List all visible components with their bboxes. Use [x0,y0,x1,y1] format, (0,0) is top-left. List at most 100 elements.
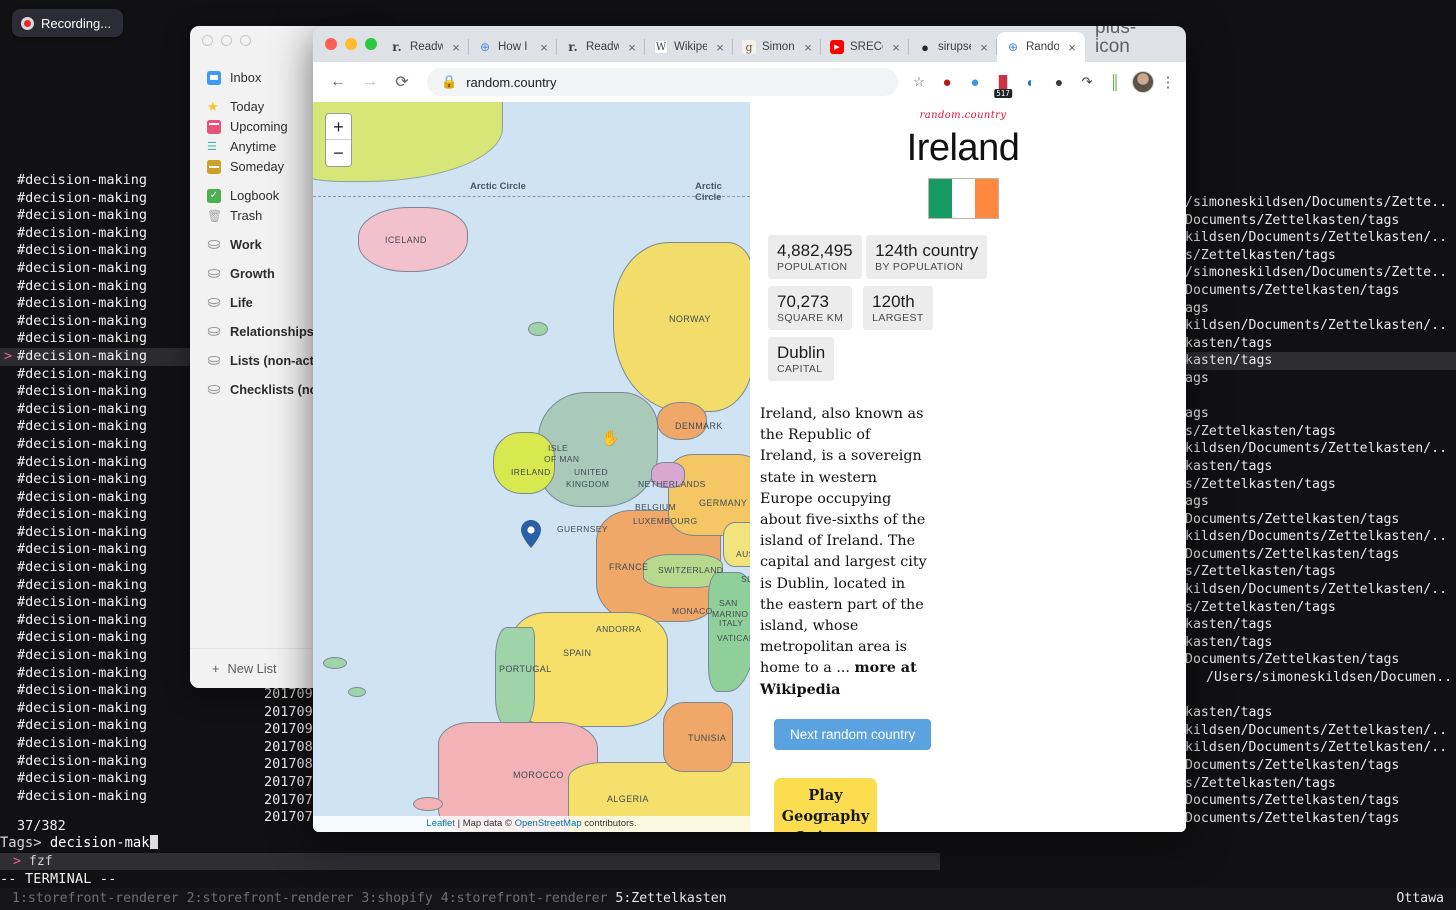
tmux-window-segment[interactable]: 5:Zettelkasten [615,891,726,906]
browser-tab[interactable]: ⊕ Randon × [997,32,1085,62]
things-minimize-button[interactable] [221,35,232,46]
forward-button[interactable]: → [355,67,385,97]
browser-tab[interactable]: ▶ SRECon × [821,32,909,62]
terminal-path-row[interactable]: s/Zettelkasten/tags [1182,563,1456,582]
terminal-tag-row[interactable]: #decision-making [0,207,196,225]
chrome-browser-window[interactable]: r. Readwi × ⊕ How I R × r. Readwi × W Wikipe × g Simo… [313,26,1186,832]
leaflet-map[interactable]: Arctic Circle Arctic Circle ICELAND NORWA… [313,102,750,832]
terminal-path-row[interactable]: /simoneskildsen/Documents/Zette.. [1182,194,1456,212]
profile-avatar[interactable] [1132,71,1154,93]
terminal-tag-row[interactable]: #decision-making [0,577,196,595]
terminal-path-row[interactable]: ags [1182,405,1456,423]
chrome-maximize-button[interactable] [365,38,377,50]
terminal-path-row[interactable]: Documents/Zettelkasten/tags [1182,757,1456,775]
toolbar-icon-group[interactable]: ☆ ● ● █ 517 ◐ ● ↷ ║ ⋮ [908,71,1176,98]
window-icon[interactable]: ↷ [1076,71,1098,93]
browser-tab[interactable]: r. Readwi × [381,32,469,62]
terminal-path-row[interactable]: ags [1182,369,1456,388]
things-close-button[interactable] [202,35,213,46]
tab-close-icon[interactable]: × [449,41,463,54]
terminal-tag-row[interactable]: #decision-making [0,735,196,753]
chrome-traffic-lights[interactable] [325,38,377,50]
terminal-path-row[interactable]: s/Zettelkasten/tags [1182,598,1456,617]
new-tab-button[interactable]: plus-icon [1095,26,1136,56]
pocket-icon[interactable]: ● [1048,71,1070,93]
terminal-tag-row[interactable]: #decision-making [0,788,196,806]
ublock-icon[interactable]: ● [936,71,958,93]
terminal-tag-row[interactable]: #decision-making [0,717,196,735]
terminal-path-row[interactable]: Documents/Zettelkasten/tags [1182,510,1456,529]
terminal-path-row[interactable]: kasten/tags [1182,704,1456,722]
terminal-path-row[interactable]: kildsen/Documents/Zettelkasten/.. [1182,317,1456,335]
terminal-path-row[interactable]: s/Zettelkasten/tags [1182,246,1456,265]
reload-button[interactable]: ⟳ [387,67,417,97]
terminal-path-row[interactable]: kasten/tags [1182,457,1456,476]
terminal-path-row[interactable]: /Users/simoneskildsen/Documen.. [1182,669,1456,687]
terminal-path-row[interactable]: kildsen/Documents/Zettelkasten/.. [1182,739,1456,757]
terminal-path-row[interactable]: kasten/tags [1182,352,1456,370]
terminal-tag-row[interactable]: #decision-making [0,366,196,384]
tmux-window-segment[interactable]: 1:storefront-renderer [12,891,187,906]
address-bar[interactable]: 🔒 random.country [427,68,898,96]
terminal-path-row[interactable]: ags [1182,299,1456,318]
terminal-tag-row[interactable]: #decision-making [0,172,196,190]
kebab-menu-icon[interactable]: ⋮ [1160,73,1176,91]
terminal-prompt[interactable]: Tags> decision-mak [0,835,158,853]
onepassword-icon[interactable]: ◐ [1020,71,1042,93]
terminal-tag-row[interactable]: #decision-making [0,418,196,436]
leaflet-link[interactable]: Leaflet [426,818,455,829]
browser-tab[interactable]: W Wikipe × [645,32,733,62]
terminal-path-row[interactable]: kildsen/Documents/Zettelkasten/.. [1182,581,1456,599]
terminal-tag-row[interactable]: #decision-making [0,524,196,542]
terminal-path-row[interactable]: s/Zettelkasten/tags [1182,774,1456,793]
terminal-tag-row[interactable]: #decision-making [0,541,196,559]
terminal-path-row[interactable]: kildsen/Documents/Zettelkasten/.. [1182,229,1456,247]
browser-tab[interactable]: ● sirupse × [909,32,997,62]
terminal-tag-row[interactable]: #decision-making [0,278,196,296]
terminal-path-column[interactable]: /simoneskildsen/Documents/Zette.. Documen… [1182,194,1456,828]
terminal-tag-row[interactable]: #decision-making [0,242,196,260]
terminal-path-row[interactable]: Documents/Zettelkasten/tags [1182,651,1456,670]
recording-indicator[interactable]: Recording... [12,9,124,37]
bookmark-star-icon[interactable]: ☆ [908,71,930,93]
tab-close-icon[interactable]: × [537,41,551,54]
terminal-path-row[interactable]: kasten/tags [1182,633,1456,652]
terminal-tag-row[interactable]: #decision-making [0,401,196,419]
terminal-tag-row[interactable]: #decision-making [0,612,196,630]
tab-close-icon[interactable]: × [977,41,991,54]
tmux-window-segment[interactable]: 2:storefront-renderer [187,891,362,906]
tab-close-icon[interactable]: × [801,41,815,54]
terminal-path-row[interactable]: s/Zettelkasten/tags [1182,422,1456,441]
browser-tab[interactable]: g Simon × [733,32,821,62]
terminal-path-row[interactable]: Documents/Zettelkasten/tags [1182,211,1456,230]
site-brand[interactable]: random.country [758,110,1168,121]
terminal-path-row[interactable] [1182,388,1456,406]
things-maximize-button[interactable] [240,35,251,46]
terminal-tag-row[interactable]: #decision-making [0,506,196,524]
tab-close-icon[interactable]: × [889,41,903,54]
tmux-status-bar[interactable]: 1:storefront-renderer 2:storefront-rende… [0,888,1456,910]
terminal-tag-row[interactable]: #decision-making [0,665,196,683]
map-attribution[interactable]: Leaflet | Map data © OpenStreetMap contr… [313,816,750,832]
terminal-tag-row[interactable]: #decision-making [0,190,196,208]
tab-list[interactable]: r. Readwi × ⊕ How I R × r. Readwi × W Wikipe × g Simo… [381,32,1085,62]
terminal-tag-row[interactable]: #decision-making [0,454,196,472]
terminal-tag-row[interactable]: #decision-making [0,629,196,647]
terminal-tag-row[interactable]: #decision-making [0,330,196,348]
counter-icon[interactable]: █ 517 [992,71,1014,98]
chrome-close-button[interactable] [325,38,337,50]
terminal-path-row[interactable]: /simoneskildsen/Documents/Zette.. [1182,264,1456,282]
chrome-minimize-button[interactable] [345,38,357,50]
tab-strip[interactable]: r. Readwi × ⊕ How I R × r. Readwi × W Wikipe × g Simo… [313,26,1186,62]
terminal-tag-row[interactable]: #decision-making [0,559,196,577]
terminal-tag-row[interactable]: #decision-making [0,347,196,366]
terminal-tag-row[interactable]: #decision-making [0,770,196,788]
terminal-path-row[interactable]: kildsen/Documents/Zettelkasten/.. [1182,440,1456,458]
next-random-country-button[interactable]: Next random country [774,718,932,750]
terminal-path-row[interactable]: kildsen/Documents/Zettelkasten/.. [1182,528,1456,546]
back-button[interactable]: ← [323,67,353,97]
tab-close-icon[interactable]: × [1065,41,1079,54]
browser-toolbar[interactable]: ← → ⟳ 🔒 random.country ☆ ● ● █ 517 ◐ ● ↷… [313,62,1186,102]
tmux-window-segment[interactable]: 3:shopify [361,891,440,906]
terminal-path-row[interactable]: Documents/Zettelkasten/tags [1182,792,1456,810]
